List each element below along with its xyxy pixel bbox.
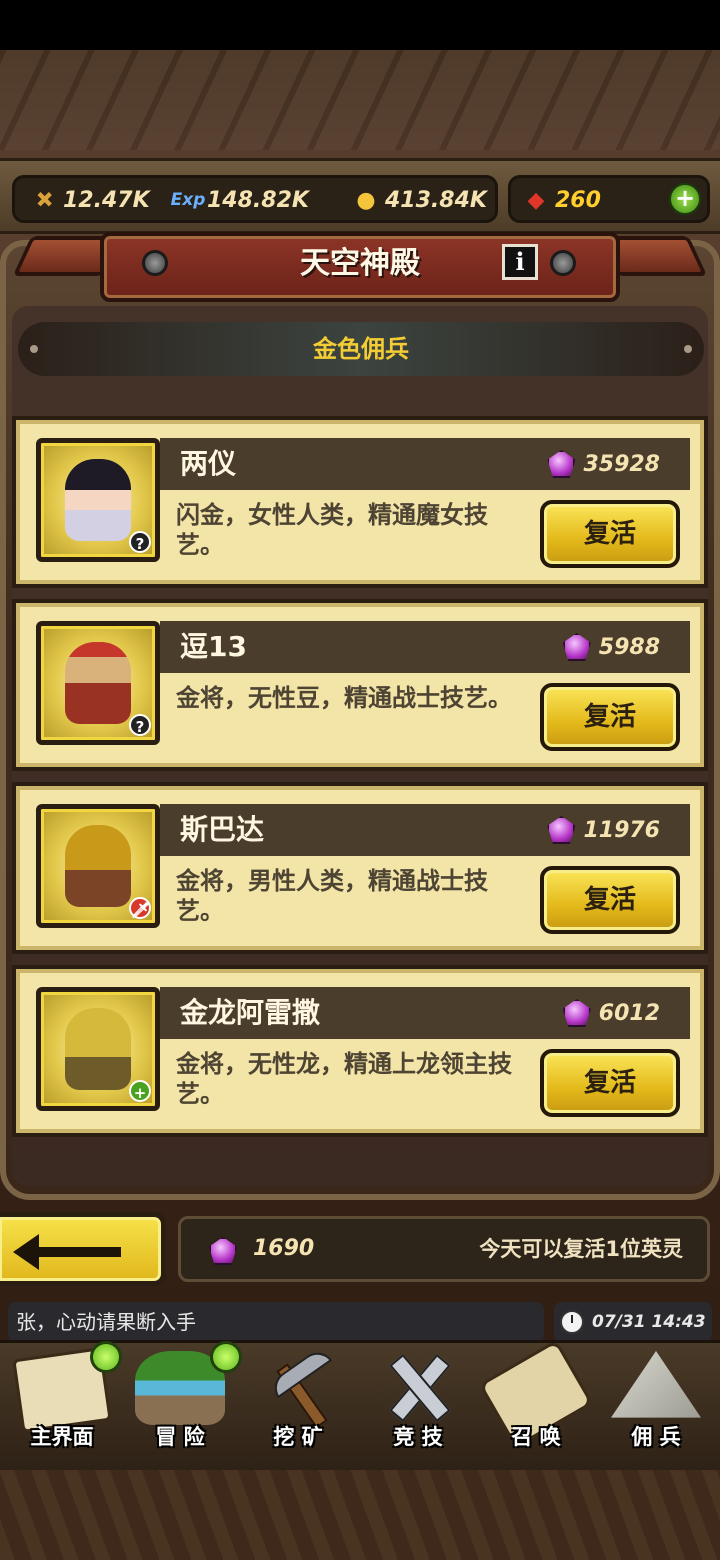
cost-value: 35928 (583, 451, 660, 477)
mercenary-description: 闪金，女性人类，精通魔女技艺。 (176, 501, 488, 559)
mercenary-sprite (65, 1008, 131, 1090)
clock-display: 07/31 14:43 (554, 1302, 712, 1342)
mercenary-sprite (65, 642, 131, 724)
revive-button[interactable]: 复活 (540, 500, 680, 568)
mercenary-card: ? 逗13 5988 金将，无性豆，精通战士技艺。 复活 (12, 599, 708, 771)
revive-cost: 35928 (547, 438, 660, 490)
exp-icon: Exp (170, 190, 206, 210)
gold-value: 413.84K (385, 187, 487, 213)
mercenary-portrait[interactable]: 🗡 (36, 804, 160, 928)
ruby-resource: ◆ 260 (521, 186, 601, 214)
status-bar-top (0, 0, 720, 50)
nav-label: 主界面 (30, 1425, 94, 1449)
crossed-swords-icon (373, 1347, 463, 1421)
weapon-badge-icon[interactable]: 🗡 (129, 897, 151, 919)
attack-resource: ✚ 12.47K (29, 185, 150, 216)
add-ruby-button[interactable]: + (669, 183, 701, 215)
nav-label: 佣 兵 (631, 1425, 681, 1449)
attack-value: 12.47K (63, 187, 150, 213)
name-bar: 逗13 5988 (160, 621, 690, 673)
name-bar: 两仪 35928 (160, 438, 690, 490)
mercenary-name: 两仪 (180, 447, 237, 480)
revive-limit-note: 今天可以复活1位英灵 (479, 1237, 683, 1261)
revive-cost: 5988 (562, 621, 660, 673)
ruby-value: 260 (555, 187, 601, 213)
mercenary-name: 金龙阿雷撒 (180, 996, 321, 1029)
help-badge-icon[interactable]: ? (129, 714, 151, 736)
exp-value: 148.82K (207, 187, 309, 213)
exp-resource: Exp 148.82K (170, 186, 309, 214)
mercenary-description: 金将，男性人类，精通战士技艺。 (176, 867, 488, 925)
gem-icon (562, 999, 591, 1027)
clock-time: 07/31 14:43 (592, 1312, 706, 1332)
rivet-left (142, 250, 168, 276)
mercenary-name: 斯巴达 (180, 813, 265, 846)
nav-main[interactable]: 主界面 (4, 1341, 122, 1457)
rivet-right (550, 250, 576, 276)
revive-button[interactable]: 复活 (540, 1049, 680, 1117)
dot-left (30, 345, 38, 353)
revive-button[interactable]: 复活 (540, 683, 680, 751)
chat-bar[interactable]: 张，心动请果断入手 (8, 1302, 544, 1342)
gem-icon (547, 816, 576, 844)
clock-icon (560, 1310, 584, 1334)
gem-icon (209, 1237, 237, 1265)
mercenary-card: ? 两仪 35928 闪金，女性人类，精通魔女技艺。 复活 (12, 416, 708, 588)
gem-icon (547, 450, 576, 478)
mercenary-portrait[interactable]: ? (36, 438, 160, 562)
bottom-map-background (0, 1470, 720, 1560)
mercenary-portrait[interactable]: + (36, 987, 160, 1111)
nav-label: 召 唤 (511, 1425, 561, 1449)
revive-cost: 6012 (562, 987, 660, 1039)
name-bar: 斯巴达 11976 (160, 804, 690, 856)
dot-right (684, 345, 692, 353)
mercenary-sprite (65, 459, 131, 541)
resource-panel: ✚ 12.47K Exp 148.82K ● 413.84K (12, 175, 498, 223)
nav-label: 竞 技 (393, 1425, 443, 1449)
sword-icon: ✚ (28, 184, 60, 216)
nav-mining[interactable]: 挖 矿 (240, 1347, 356, 1457)
revive-button[interactable]: 复活 (540, 866, 680, 934)
gem-icon (562, 633, 591, 661)
help-badge-icon[interactable]: ? (129, 531, 151, 553)
cost-value: 5988 (598, 634, 660, 660)
pickaxe-icon (253, 1351, 343, 1425)
ruby-icon: ◆ (527, 187, 545, 213)
notification-dot-icon (90, 1341, 122, 1373)
ruby-panel: ◆ 260 + (508, 175, 710, 223)
bottom-nav: 主界面 冒 险 挖 矿 竞 技 召 唤 佣 兵 (0, 1339, 720, 1470)
nav-mercenary[interactable]: 佣 兵 (598, 1347, 714, 1457)
notification-dot-icon (210, 1341, 242, 1373)
mercenary-description: 金将，无性豆，精通战士技艺。 (176, 684, 512, 712)
name-bar: 金龙阿雷撒 6012 (160, 987, 690, 1039)
mercenary-description: 金将，无性龙，精通上龙领主技艺。 (176, 1050, 512, 1108)
category-label: 金色佣兵 (313, 335, 409, 363)
tent-icon (611, 1351, 701, 1418)
info-button[interactable]: i (502, 244, 538, 280)
nav-adventure[interactable]: 冒 险 (122, 1341, 242, 1457)
mercenary-card: + 金龙阿雷撒 6012 金将，无性龙，精通上龙领主技艺。 复活 (12, 965, 708, 1137)
revive-cost: 11976 (547, 804, 660, 856)
cost-value: 11976 (583, 817, 660, 843)
nav-arena[interactable]: 竞 技 (360, 1347, 476, 1457)
gold-resource: ● 413.84K (351, 186, 487, 214)
resource-bar: ✚ 12.47K Exp 148.82K ● 413.84K ◆ 260 + (0, 158, 720, 234)
category-title: 金色佣兵 (18, 322, 704, 376)
mercenary-sprite (65, 825, 131, 907)
mercenary-portrait[interactable]: ? (36, 621, 160, 745)
chat-message: 张，心动请果断入手 (16, 1310, 196, 1334)
gem-balance: 1690 (253, 1236, 315, 1261)
back-button[interactable] (0, 1212, 166, 1286)
nav-summon[interactable]: 召 唤 (478, 1339, 594, 1457)
nav-label: 冒 险 (155, 1425, 205, 1449)
revive-status-bar: 1690 今天可以复活1位英灵 (178, 1216, 710, 1282)
mercenary-name: 逗13 (180, 630, 247, 663)
add-badge-icon[interactable]: + (129, 1080, 151, 1102)
mercenary-card: 🗡 斯巴达 11976 金将，男性人类，精通战士技艺。 复活 (12, 782, 708, 954)
cost-value: 6012 (598, 1000, 660, 1026)
coin-icon: ● (356, 187, 376, 213)
back-arrow-icon (13, 1234, 121, 1270)
page-title: 天空神殿 (300, 246, 420, 281)
nav-label: 挖 矿 (273, 1425, 323, 1449)
